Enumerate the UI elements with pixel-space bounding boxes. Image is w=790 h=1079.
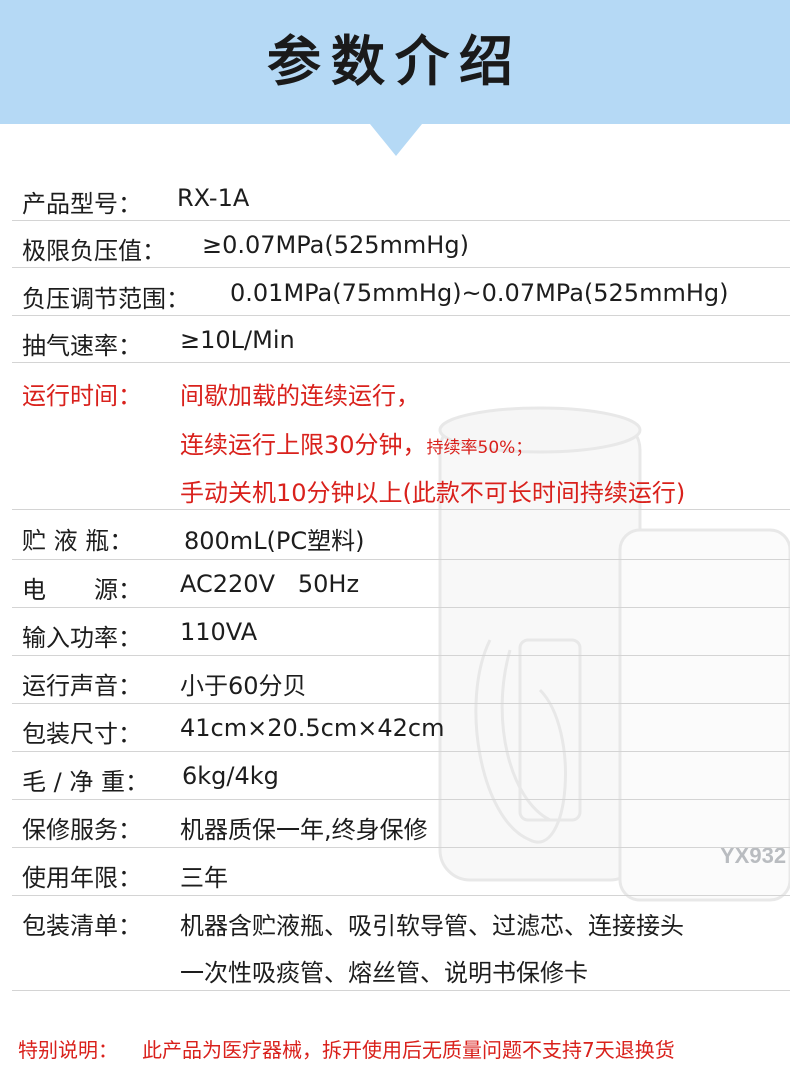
spec-label: 负压调节范围： [22,285,190,313]
spec-value-line: 机器含贮液瓶、吸引软导管、过滤芯、连接接头 [180,912,684,940]
spec-row-ultimate-pressure: 极限负压值： ≥0.07MPa(525mmHg) [12,221,790,268]
spec-label: 包装尺寸： [22,720,142,748]
spec-label: 包装清单： [22,912,142,940]
spec-row-power-supply: 电 源： AC220V 50Hz [12,560,790,608]
spec-value: RX-1A [177,184,250,212]
spec-value: 三年 [180,864,228,892]
spec-label: 运行声音： [22,672,142,700]
spec-row-package-list: 包装清单： 机器含贮液瓶、吸引软导管、过滤芯、连接接头 一次性吸痰管、熔丝管、说… [12,896,790,991]
spec-value: ≥10L/Min [180,326,295,354]
spec-row-bottle: 贮 液 瓶： 800mL(PC塑料) [12,510,790,560]
spec-row-noise: 运行声音： 小于60分贝 [12,656,790,704]
spec-value: 小于60分贝 [180,672,307,700]
spec-value: 0.01MPa(75mmHg)~0.07MPa(525mmHg) [230,279,729,307]
page-title: 参数介绍 [267,30,523,93]
spec-value: ≥0.07MPa(525mmHg) [202,231,469,259]
spec-value: 800mL(PC塑料) [184,527,365,555]
spec-label: 极限负压值： [22,237,166,265]
spec-row-model: 产品型号： RX-1A [12,174,790,221]
spec-value-main: 连续运行上限30分钟， [180,431,427,459]
spec-value-line: 一次性吸痰管、熔丝管、说明书保修卡 [180,959,588,987]
spec-label: 毛 / 净 重： [22,768,149,796]
spec-label: 运行时间： [22,382,142,410]
spec-row-warranty: 保修服务： 机器质保一年,终身保修 [12,800,790,848]
header-arrow-pointer [370,124,422,156]
spec-row-run-time: 运行时间： 间歇加载的连续运行， 连续运行上限30分钟，持续率50%； 手动关机… [12,363,790,510]
spec-row-service-life: 使用年限： 三年 [12,848,790,896]
spec-label: 输入功率： [22,624,142,652]
spec-label: 保修服务： [22,816,142,844]
spec-label: 产品型号： [22,190,142,218]
spec-value: 机器质保一年,终身保修 [180,816,428,844]
spec-label: 使用年限： [22,864,142,892]
notice-text: 此产品为医疗器械，拆开使用后无质量问题不支持7天退换货 [142,1038,675,1062]
spec-row-pressure-range: 负压调节范围： 0.01MPa(75mmHg)~0.07MPa(525mmHg) [12,268,790,316]
header-banner: 参数介绍 [0,0,790,124]
spec-value: 6kg/4kg [182,762,279,790]
spec-value: AC220V 50Hz [180,570,360,598]
special-notice: 特别说明： 此产品为医疗器械，拆开使用后无质量问题不支持7天退换货 [18,1034,675,1063]
spec-value: 41cm×20.5cm×42cm [180,714,445,742]
spec-value: 110VA [180,618,258,646]
spec-row-input-power: 输入功率： 110VA [12,608,790,656]
spec-value-line: 手动关机10分钟以上(此款不可长时间持续运行) [180,479,686,507]
spec-row-pump-rate: 抽气速率： ≥10L/Min [12,316,790,363]
spec-row-package-size: 包装尺寸： 41cm×20.5cm×42cm [12,704,790,752]
spec-label: 电 源： [22,576,142,604]
spec-value-small: 持续率50%； [426,438,533,458]
spec-row-weight: 毛 / 净 重： 6kg/4kg [12,752,790,800]
notice-label: 特别说明： [18,1038,118,1062]
spec-value-line: 连续运行上限30分钟，持续率50%； [180,425,532,460]
spec-label: 贮 液 瓶： [22,527,134,555]
spec-label: 抽气速率： [22,332,142,360]
spec-value-line: 间歇加载的连续运行， [180,382,420,410]
